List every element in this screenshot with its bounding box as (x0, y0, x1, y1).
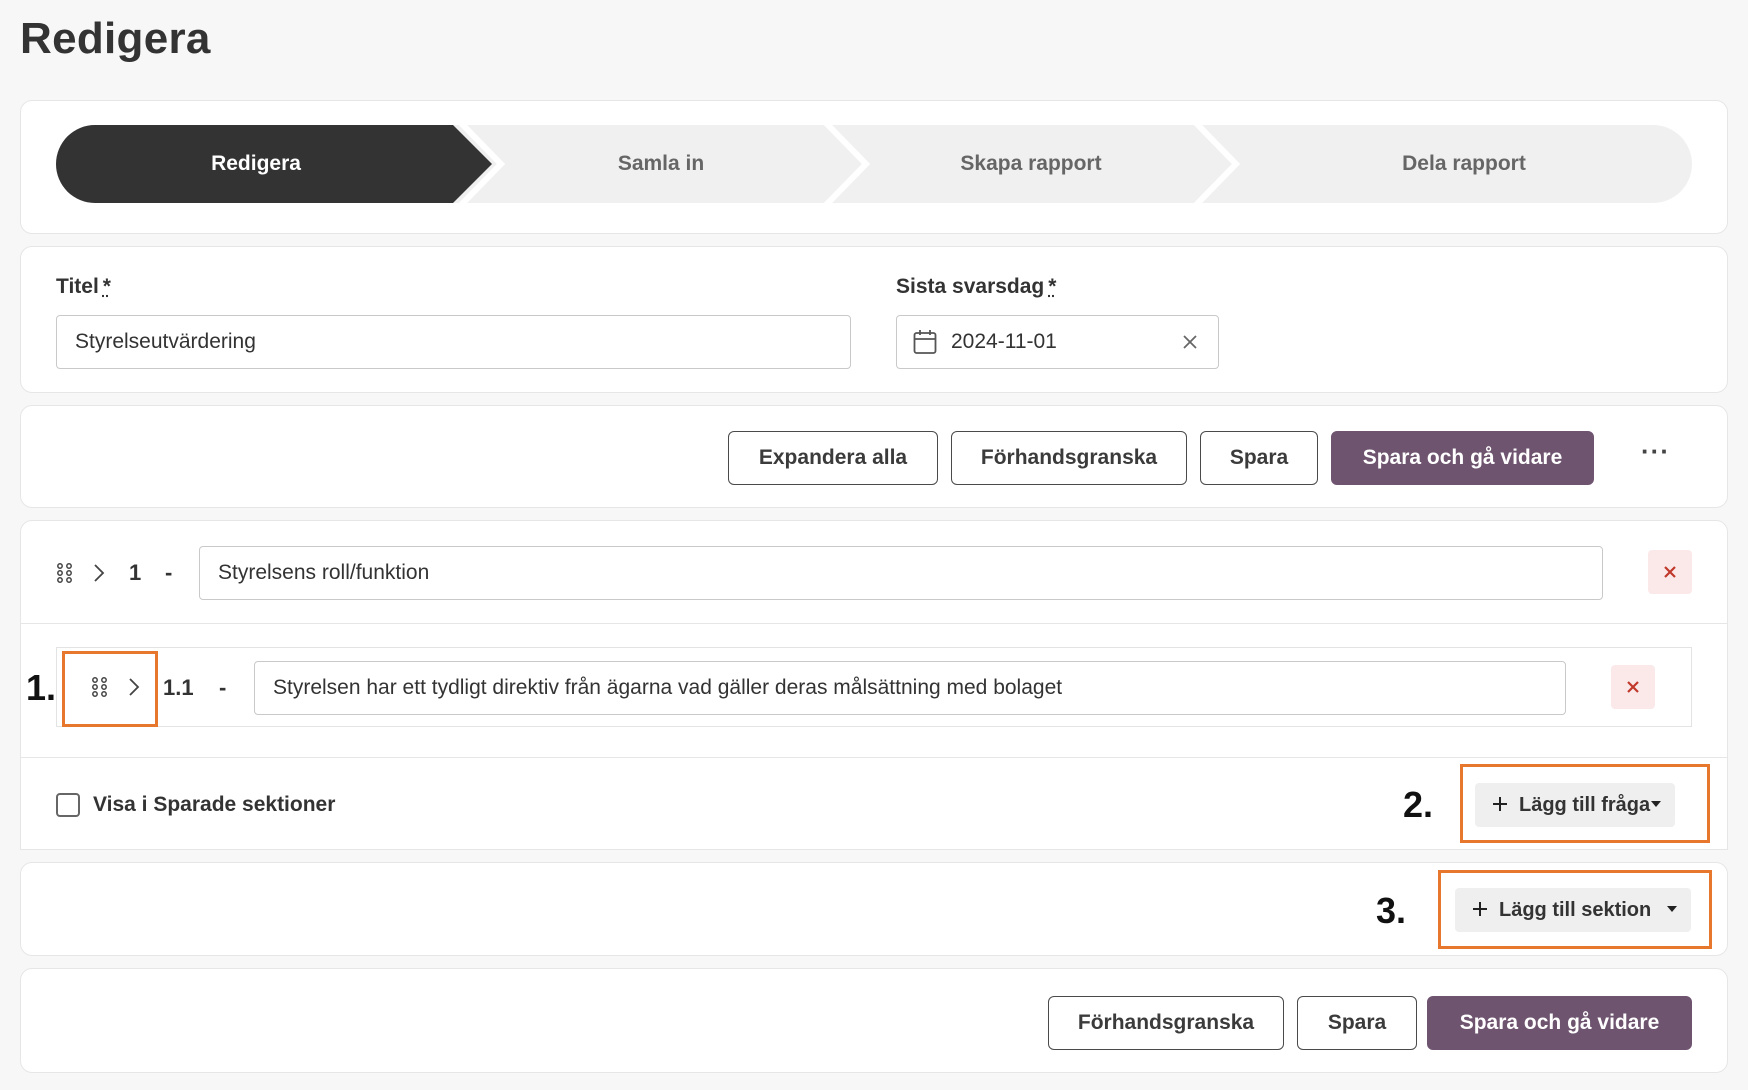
close-icon (1664, 566, 1676, 578)
highlight-box-1 (62, 651, 158, 727)
save-button[interactable]: Spara (1200, 431, 1318, 485)
calendar-icon (913, 330, 937, 354)
highlight-box-3 (1438, 870, 1712, 949)
stepper: Redigera Samla in Skapa rapport Dela rap… (56, 125, 1692, 203)
title-input[interactable]: Styrelseutvärdering (56, 315, 851, 369)
annotation-1: 1. (26, 667, 57, 708)
step-dela-rapport[interactable]: Dela rapport (1236, 125, 1692, 203)
divider (21, 757, 1727, 758)
more-options-icon[interactable]: ··· (1641, 436, 1670, 467)
deadline-label: Sista svarsdag * (896, 275, 1056, 299)
delete-section-button[interactable] (1648, 550, 1692, 594)
step-samla-in[interactable]: Samla in (496, 125, 826, 203)
question-number: 1.1 (163, 675, 194, 700)
show-saved-label: Visa i Sparade sektioner (93, 793, 336, 816)
expand-all-button[interactable]: Expandera alla (728, 431, 938, 485)
question-separator: - (219, 675, 227, 700)
preview-button[interactable]: Förhandsgranska (951, 431, 1187, 485)
title-label-text: Titel (56, 275, 99, 298)
form-card: Titel * Styrelseutvärdering Sista svarsda… (20, 246, 1728, 393)
question-text-input[interactable]: Styrelsen har ett tydligt direktiv från … (254, 661, 1566, 715)
deadline-label-text: Sista svarsdag (896, 275, 1045, 298)
page-title: Redigera (20, 14, 211, 63)
deadline-value: 2024-11-01 (951, 330, 1057, 353)
save-continue-button-bottom[interactable]: Spara och gå vidare (1427, 996, 1692, 1050)
show-saved-checkbox[interactable] (56, 793, 80, 817)
save-button-bottom[interactable]: Spara (1297, 996, 1417, 1050)
required-marker: * (102, 275, 111, 298)
stepper-card: Redigera Samla in Skapa rapport Dela rap… (20, 100, 1728, 234)
close-icon (1627, 681, 1639, 693)
bottom-actions-card: Förhandsgranska Spara Spara och gå vidar… (20, 968, 1728, 1073)
annotation-2: 2. (1403, 784, 1434, 825)
section-title-input[interactable]: Styrelsens roll/funktion (199, 546, 1603, 600)
highlight-box-2 (1460, 764, 1710, 843)
toolbar-card: Expandera alla Förhandsgranska Spara Spa… (20, 405, 1728, 508)
section-number: 1 (129, 560, 142, 585)
divider (21, 623, 1727, 624)
title-label: Titel * (56, 275, 111, 299)
section-separator: - (165, 560, 173, 585)
step-redigera[interactable]: Redigera (56, 125, 456, 203)
annotation-3: 3. (1376, 890, 1407, 931)
deadline-date-input[interactable]: 2024-11-01 (896, 315, 1219, 369)
required-marker: * (1048, 275, 1057, 298)
chevron-right-icon[interactable] (93, 563, 105, 583)
preview-button-bottom[interactable]: Förhandsgranska (1048, 996, 1284, 1050)
clear-date-icon[interactable] (1180, 332, 1200, 352)
step-skapa-rapport[interactable]: Skapa rapport (866, 125, 1196, 203)
delete-question-button[interactable] (1611, 665, 1655, 709)
drag-handle-icon[interactable] (56, 563, 74, 583)
save-continue-button[interactable]: Spara och gå vidare (1331, 431, 1594, 485)
